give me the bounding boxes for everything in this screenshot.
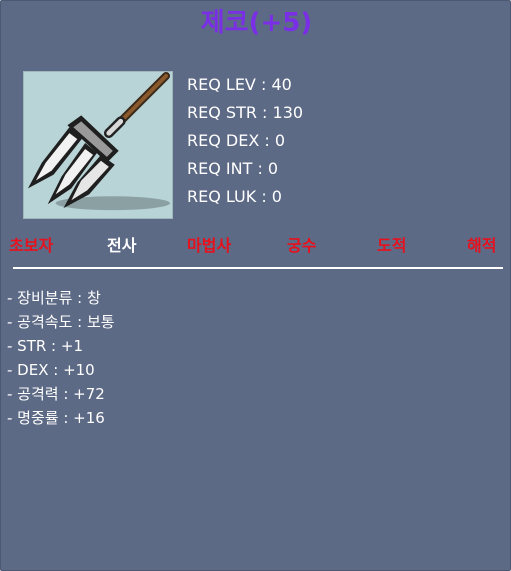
job-magician: 마법사 — [187, 236, 232, 255]
job-thief: 도적 — [377, 236, 407, 255]
job-warrior: 전사 — [107, 236, 137, 255]
stats-list: - 장비분류 : 창 - 공격속도 : 보통 - STR : +1 - DEX … — [7, 286, 115, 430]
item-name: 제코(+5) — [200, 8, 313, 38]
stat-category: - 장비분류 : 창 — [7, 289, 101, 307]
stat-attack: - 공격력 : +72 — [7, 385, 105, 403]
item-tooltip: 제코(+5) REQ LEV : 40 REQ STR : 130 REQ DE… — [0, 0, 511, 571]
trident-spear-icon — [27, 72, 171, 211]
divider — [13, 267, 503, 269]
req-luk: REQ LUK : 0 — [187, 187, 282, 206]
stat-str: - STR : +1 — [7, 337, 83, 355]
req-level: REQ LEV : 40 — [187, 75, 292, 94]
job-archer: 궁수 — [287, 236, 317, 255]
stat-dex: - DEX : +10 — [7, 361, 95, 379]
req-str: REQ STR : 130 — [187, 103, 304, 122]
req-int: REQ INT : 0 — [187, 159, 279, 178]
job-list: 초보자 전사 마법사 궁수 도적 해적 — [1, 233, 511, 259]
req-dex: REQ DEX : 0 — [187, 131, 286, 150]
item-icon-frame — [23, 71, 173, 219]
job-pirate: 해적 — [467, 236, 497, 255]
job-beginner: 초보자 — [9, 236, 54, 255]
requirements-list: REQ LEV : 40 REQ STR : 130 REQ DEX : 0 R… — [187, 71, 303, 211]
stat-accuracy: - 명중률 : +16 — [7, 409, 105, 427]
stat-attack-speed: - 공격속도 : 보통 — [7, 313, 115, 331]
